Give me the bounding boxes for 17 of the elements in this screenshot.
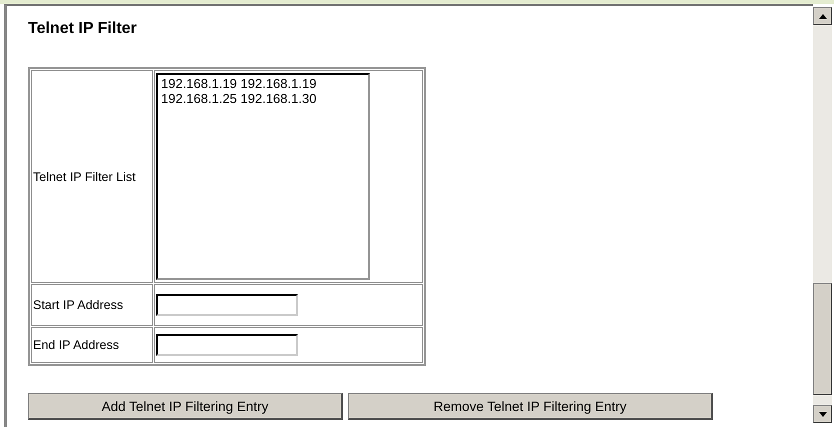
field-label: Telnet IP Filter List	[31, 70, 153, 283]
list-item[interactable]: 192.168.1.19 192.168.1.19	[161, 76, 365, 91]
filter-list-box[interactable]: 192.168.1.19 192.168.1.19 192.168.1.25 192.168.1.30	[156, 73, 370, 280]
scroll-up-button[interactable]	[813, 7, 832, 25]
up-arrow-icon	[818, 14, 826, 18]
down-arrow-icon	[818, 412, 826, 416]
scroll-thumb[interactable]	[813, 283, 832, 395]
action-button[interactable]: Add Telnet IP Filtering Entry	[28, 393, 343, 420]
field-label: End IP Address	[31, 327, 153, 363]
input-field[interactable]	[156, 334, 298, 356]
action-button[interactable]: Remove Telnet IP Filtering Entry	[348, 393, 713, 420]
field-label: Start IP Address	[31, 284, 153, 326]
page-title: Telnet IP Filter	[28, 20, 138, 39]
list-item[interactable]: 192.168.1.25 192.168.1.30	[161, 91, 365, 106]
scroll-down-button[interactable]	[813, 405, 832, 423]
scrollbar[interactable]	[813, 7, 832, 423]
input-field[interactable]	[156, 294, 298, 316]
